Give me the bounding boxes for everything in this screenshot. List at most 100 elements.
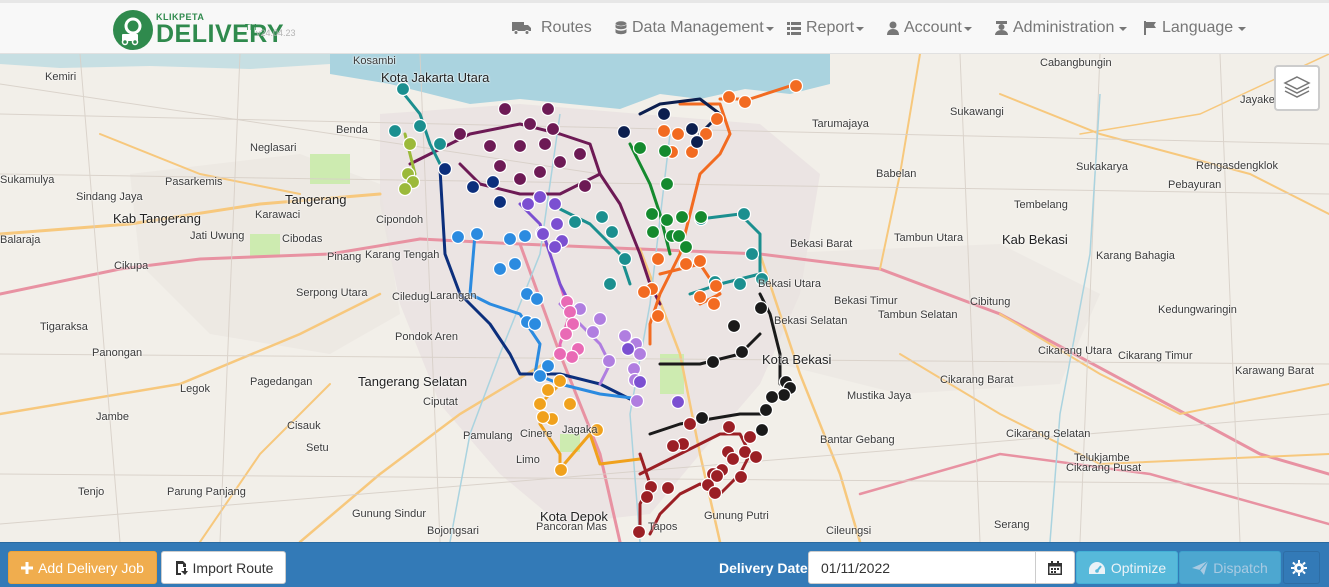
delivery-stop-marker[interactable] <box>645 224 661 240</box>
delivery-stop-marker[interactable] <box>558 326 574 342</box>
delivery-stop-marker[interactable] <box>604 224 620 240</box>
delivery-stop-marker[interactable] <box>705 354 721 370</box>
delivery-stop-marker[interactable] <box>689 134 705 150</box>
delivery-stop-marker[interactable] <box>754 422 770 438</box>
delivery-stop-marker[interactable] <box>709 468 725 484</box>
delivery-stop-marker[interactable] <box>682 416 698 432</box>
delivery-stop-marker[interactable] <box>693 209 709 225</box>
delivery-stop-marker[interactable] <box>432 136 448 152</box>
delivery-stop-marker[interactable] <box>577 178 593 194</box>
delivery-stop-marker[interactable] <box>601 353 617 369</box>
delivery-stop-marker[interactable] <box>562 304 578 320</box>
delivery-stop-marker[interactable] <box>547 239 563 255</box>
delivery-stop-marker[interactable] <box>659 176 675 192</box>
delivery-stop-marker[interactable] <box>507 256 523 272</box>
delivery-stop-marker[interactable] <box>707 485 723 501</box>
nav-data-management[interactable]: Data Management <box>615 19 774 37</box>
delivery-stop-marker[interactable] <box>567 214 583 230</box>
delivery-stop-marker[interactable] <box>512 171 528 187</box>
delivery-stop-marker[interactable] <box>733 469 749 485</box>
delivery-stop-marker[interactable] <box>465 179 481 195</box>
delivery-stop-marker[interactable] <box>656 106 672 122</box>
delivery-stop-marker[interactable] <box>450 229 466 245</box>
delivery-stop-marker[interactable] <box>482 138 498 154</box>
delivery-stop-marker[interactable] <box>540 382 556 398</box>
map-layers-control[interactable] <box>1274 65 1320 111</box>
delivery-stop-marker[interactable] <box>726 318 742 334</box>
delivery-stop-marker[interactable] <box>744 246 760 262</box>
delivery-stop-marker[interactable] <box>748 449 764 465</box>
delivery-stop-marker[interactable] <box>552 154 568 170</box>
delivery-stop-marker[interactable] <box>532 164 548 180</box>
settings-button[interactable] <box>1283 551 1320 584</box>
calendar-button[interactable] <box>1035 551 1075 584</box>
delivery-stop-marker[interactable] <box>602 276 618 292</box>
delivery-stop-marker[interactable] <box>552 373 568 389</box>
delivery-stop-marker[interactable] <box>552 346 568 362</box>
delivery-stop-marker[interactable] <box>644 206 660 222</box>
delivery-stop-marker[interactable] <box>671 228 687 244</box>
delivery-stop-marker[interactable] <box>492 261 508 277</box>
delivery-stop-marker[interactable] <box>758 402 774 418</box>
delivery-stop-marker[interactable] <box>737 94 753 110</box>
delivery-stop-marker[interactable] <box>553 462 569 478</box>
delivery-stop-marker[interactable] <box>656 123 672 139</box>
delivery-stop-marker[interactable] <box>402 136 418 152</box>
delivery-stop-marker[interactable] <box>412 118 428 134</box>
delivery-stop-marker[interactable] <box>452 126 468 142</box>
delivery-stop-marker[interactable] <box>617 328 633 344</box>
nav-report[interactable]: Report <box>787 19 865 37</box>
delivery-stop-marker[interactable] <box>585 324 601 340</box>
delivery-stop-marker[interactable] <box>706 296 722 312</box>
delivery-stop-marker[interactable] <box>632 374 648 390</box>
brand-logo-link[interactable]: KLIKPETA DELIVERY TM v24.04.23 <box>112 9 296 51</box>
delivery-stop-marker[interactable] <box>532 368 548 384</box>
delivery-stop-marker[interactable] <box>572 146 588 162</box>
delivery-stop-marker[interactable] <box>692 253 708 269</box>
delivery-stop-marker[interactable] <box>659 212 675 228</box>
delivery-stop-marker[interactable] <box>665 438 681 454</box>
delivery-stop-marker[interactable] <box>592 311 608 327</box>
import-route-button[interactable]: Import Route <box>161 551 286 584</box>
route-map[interactable]: Kota Jakarta Utara Kosambi Kemiri Cabang… <box>0 54 1329 542</box>
delivery-stop-marker[interactable] <box>497 101 513 117</box>
delivery-stop-marker[interactable] <box>684 121 700 137</box>
delivery-stop-marker[interactable] <box>670 126 686 142</box>
delivery-stop-marker[interactable] <box>776 387 792 403</box>
nav-language[interactable]: Language <box>1144 19 1247 37</box>
delivery-stop-marker[interactable] <box>540 101 556 117</box>
delivery-stop-marker[interactable] <box>632 140 648 156</box>
delivery-stop-marker[interactable] <box>535 226 551 242</box>
delivery-stop-marker[interactable] <box>631 524 647 540</box>
delivery-stop-marker[interactable] <box>492 194 508 210</box>
delivery-stop-marker[interactable] <box>594 209 610 225</box>
delivery-stop-marker[interactable] <box>674 209 690 225</box>
dispatch-button[interactable]: Dispatch <box>1179 551 1281 584</box>
delivery-stop-marker[interactable] <box>650 251 666 267</box>
delivery-stop-marker[interactable] <box>736 206 752 222</box>
delivery-stop-marker[interactable] <box>650 308 666 324</box>
delivery-stop-marker[interactable] <box>725 451 741 467</box>
delivery-stop-marker[interactable] <box>721 419 737 435</box>
delivery-stop-marker[interactable] <box>532 189 548 205</box>
delivery-stop-marker[interactable] <box>734 344 750 360</box>
delivery-stop-marker[interactable] <box>670 394 686 410</box>
delivery-stop-marker[interactable] <box>522 116 538 132</box>
delivery-stop-marker[interactable] <box>742 429 758 445</box>
delivery-stop-marker[interactable] <box>788 78 804 94</box>
delivery-stop-marker[interactable] <box>545 121 561 137</box>
delivery-stop-marker[interactable] <box>632 346 648 362</box>
delivery-stop-marker[interactable] <box>660 480 676 496</box>
delivery-stop-marker[interactable] <box>620 341 636 357</box>
delivery-stop-marker[interactable] <box>562 396 578 412</box>
delivery-stop-marker[interactable] <box>692 289 708 305</box>
delivery-stop-marker[interactable] <box>512 138 528 154</box>
delivery-stop-marker[interactable] <box>753 300 769 316</box>
delivery-stop-marker[interactable] <box>529 291 545 307</box>
delivery-stop-marker[interactable] <box>492 158 508 174</box>
delivery-stop-marker[interactable] <box>532 396 548 412</box>
delivery-stop-marker[interactable] <box>502 231 518 247</box>
add-delivery-job-button[interactable]: Add Delivery Job <box>8 551 157 584</box>
delivery-stop-marker[interactable] <box>387 123 403 139</box>
delivery-stop-marker[interactable] <box>564 349 580 365</box>
